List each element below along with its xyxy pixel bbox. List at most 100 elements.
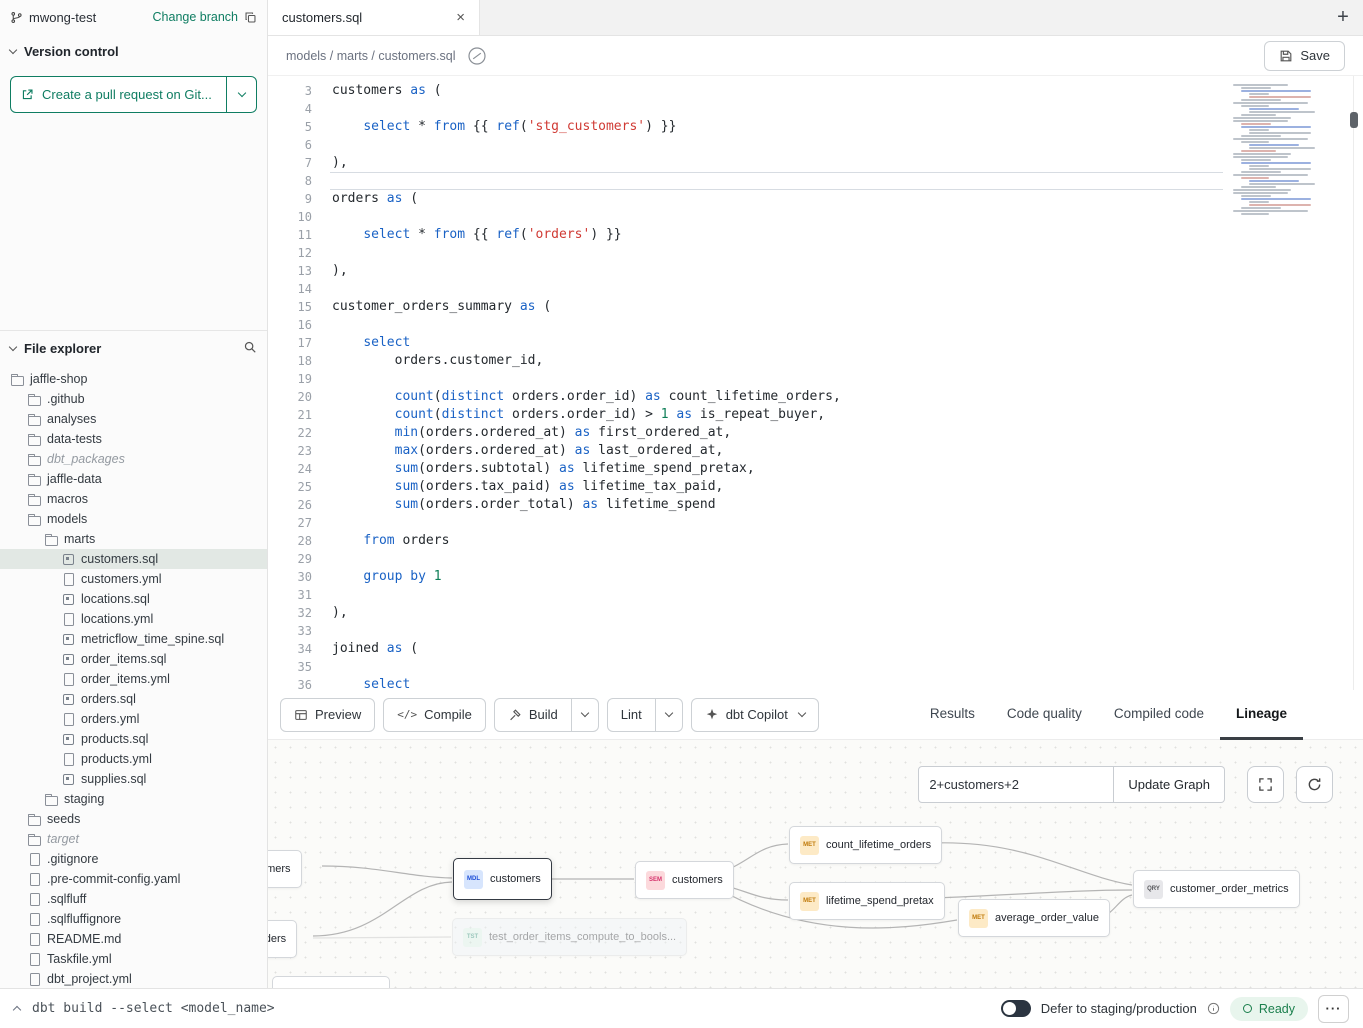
- lint-dropdown-button[interactable]: [656, 698, 683, 732]
- code-line[interactable]: [330, 586, 1363, 604]
- circle-slash-icon-button[interactable]: [466, 45, 488, 67]
- file-tree-item-Taskfile.yml[interactable]: Taskfile.yml: [0, 949, 267, 969]
- code-line[interactable]: select * from {{ ref('stg_customers') }}: [330, 118, 1363, 136]
- code-line[interactable]: ),: [330, 262, 1363, 280]
- file-tree-item-products.sql[interactable]: products.sql: [0, 729, 267, 749]
- partial-lineage-node[interactable]: [272, 976, 390, 988]
- cli-command[interactable]: dbt build --select <model_name>: [32, 1001, 275, 1016]
- file-tree-item-macros[interactable]: macros: [0, 489, 267, 509]
- lineage-node-count_lifetime_orders[interactable]: METcount_lifetime_orders: [789, 826, 942, 864]
- file-tree-item-customers.sql[interactable]: customers.sql: [0, 549, 267, 569]
- editor-scrollbar-thumb[interactable]: [1350, 112, 1358, 128]
- code-line[interactable]: sum(orders.tax_paid) as lifetime_tax_pai…: [330, 478, 1363, 496]
- code-line[interactable]: customer_orders_summary as (: [330, 298, 1363, 316]
- update-graph-button[interactable]: Update Graph: [1114, 766, 1225, 803]
- code-line[interactable]: count(distinct orders.order_id) as count…: [330, 388, 1363, 406]
- code-line[interactable]: [330, 514, 1363, 532]
- code-line[interactable]: select: [330, 676, 1363, 690]
- close-icon[interactable]: ×: [456, 9, 465, 26]
- status-badge[interactable]: Ready: [1230, 997, 1308, 1021]
- panel-tab-compiled-code[interactable]: Compiled code: [1098, 690, 1220, 740]
- lineage-node-average_order_value[interactable]: METaverage_order_value: [958, 899, 1110, 937]
- file-tree-item-target[interactable]: target: [0, 829, 267, 849]
- lineage-node-orders[interactable]: MDLorders: [268, 920, 297, 958]
- file-explorer-header[interactable]: File explorer: [0, 331, 267, 365]
- code-line[interactable]: [330, 100, 1363, 118]
- lineage-selector-input[interactable]: [918, 766, 1114, 803]
- file-tree-item-order_items.sql[interactable]: order_items.sql: [0, 649, 267, 669]
- lineage-node-test_order_items_compute_to_bools[interactable]: TSTtest_order_items_compute_to_bools...: [452, 918, 687, 956]
- new-tab-button[interactable]: +: [1323, 0, 1363, 35]
- code-line[interactable]: [330, 370, 1363, 388]
- code-line[interactable]: from orders: [330, 532, 1363, 550]
- file-search-button[interactable]: [243, 340, 257, 357]
- refresh-button[interactable]: [1296, 766, 1333, 803]
- file-tree-item-.gitignore[interactable]: .gitignore: [0, 849, 267, 869]
- file-tree-item-customers.yml[interactable]: customers.yml: [0, 569, 267, 589]
- dbt-copilot-button[interactable]: dbt Copilot: [691, 698, 819, 732]
- file-tree-item-models[interactable]: models: [0, 509, 267, 529]
- code-line[interactable]: sum(orders.order_total) as lifetime_spen…: [330, 496, 1363, 514]
- defer-toggle[interactable]: [1001, 1000, 1031, 1017]
- file-tree-item-locations.yml[interactable]: locations.yml: [0, 609, 267, 629]
- file-tree-item-dbt_packages[interactable]: dbt_packages: [0, 449, 267, 469]
- file-tree-item-.github[interactable]: .github: [0, 389, 267, 409]
- copy-icon[interactable]: [244, 11, 257, 24]
- code-line[interactable]: ),: [330, 604, 1363, 622]
- file-tree-item-locations.sql[interactable]: locations.sql: [0, 589, 267, 609]
- file-tree-item-jaffle-data[interactable]: jaffle-data: [0, 469, 267, 489]
- code-line[interactable]: max(orders.ordered_at) as last_ordered_a…: [330, 442, 1363, 460]
- code-line[interactable]: min(orders.ordered_at) as first_ordered_…: [330, 424, 1363, 442]
- create-pr-dropdown-button[interactable]: [226, 77, 256, 112]
- code-editor[interactable]: 3456789101112131415161718192021222324252…: [268, 76, 1363, 690]
- file-tree-item-data-tests[interactable]: data-tests: [0, 429, 267, 449]
- minimap[interactable]: [1233, 84, 1313, 216]
- lineage-node-lifetime_spend_pretax[interactable]: METlifetime_spend_pretax: [789, 882, 945, 920]
- file-tree-item-README.md[interactable]: README.md: [0, 929, 267, 949]
- file-tree-item-jaffle-shop[interactable]: jaffle-shop: [0, 369, 267, 389]
- save-button[interactable]: Save: [1264, 41, 1345, 71]
- panel-tab-code-quality[interactable]: Code quality: [991, 690, 1098, 740]
- lineage-node-customers[interactable]: SEMcustomers: [635, 861, 734, 899]
- file-tree-item-marts[interactable]: marts: [0, 529, 267, 549]
- code-line[interactable]: [330, 658, 1363, 676]
- compile-button[interactable]: </> Compile: [383, 698, 486, 732]
- panel-tab-lineage[interactable]: Lineage: [1220, 690, 1303, 740]
- code-line[interactable]: customers as (: [330, 82, 1363, 100]
- fullscreen-button[interactable]: [1247, 766, 1284, 803]
- file-tree-item-orders.yml[interactable]: orders.yml: [0, 709, 267, 729]
- file-tree-item-metricflow_time_spine.sql[interactable]: metricflow_time_spine.sql: [0, 629, 267, 649]
- code-line[interactable]: orders as (: [330, 190, 1363, 208]
- code-line[interactable]: select * from {{ ref('orders') }}: [330, 226, 1363, 244]
- create-pr-button[interactable]: Create a pull request on Git...: [11, 77, 226, 112]
- build-dropdown-button[interactable]: [572, 698, 599, 732]
- code-line[interactable]: sum(orders.subtotal) as lifetime_spend_p…: [330, 460, 1363, 478]
- change-branch-link[interactable]: Change branch: [153, 10, 238, 24]
- code-line[interactable]: [330, 280, 1363, 298]
- collapse-panel-button[interactable]: [13, 1006, 21, 1014]
- lineage-node-customers[interactable]: MDLcustomers: [453, 858, 552, 900]
- code-line[interactable]: [330, 622, 1363, 640]
- build-button[interactable]: Build: [494, 698, 572, 732]
- file-tree-item-order_items.yml[interactable]: order_items.yml: [0, 669, 267, 689]
- code-line[interactable]: [330, 316, 1363, 334]
- file-tree-item-staging[interactable]: staging: [0, 789, 267, 809]
- file-tree-item-products.yml[interactable]: products.yml: [0, 749, 267, 769]
- lint-button[interactable]: Lint: [607, 698, 656, 732]
- code-line[interactable]: [330, 244, 1363, 262]
- code-line[interactable]: ),: [330, 154, 1363, 172]
- code-line[interactable]: group by 1: [330, 568, 1363, 586]
- overflow-menu-button[interactable]: ···: [1318, 995, 1349, 1023]
- code-line[interactable]: [330, 208, 1363, 226]
- code-line[interactable]: joined as (: [330, 640, 1363, 658]
- code-line[interactable]: orders.customer_id,: [330, 352, 1363, 370]
- editor-code[interactable]: customers as ( select * from {{ ref('stg…: [330, 76, 1363, 690]
- file-tree-item-.sqlfluff[interactable]: .sqlfluff: [0, 889, 267, 909]
- code-line[interactable]: [330, 136, 1363, 154]
- code-line[interactable]: [330, 550, 1363, 568]
- file-tree-item-supplies.sql[interactable]: supplies.sql: [0, 769, 267, 789]
- file-tree-item-dbt_project.yml[interactable]: dbt_project.yml: [0, 969, 267, 988]
- file-tree-item-.pre-commit-config.yaml[interactable]: .pre-commit-config.yaml: [0, 869, 267, 889]
- lineage-node-stg_customers[interactable]: MDLstg_customers: [268, 850, 302, 888]
- code-line[interactable]: count(distinct orders.order_id) > 1 as i…: [330, 406, 1363, 424]
